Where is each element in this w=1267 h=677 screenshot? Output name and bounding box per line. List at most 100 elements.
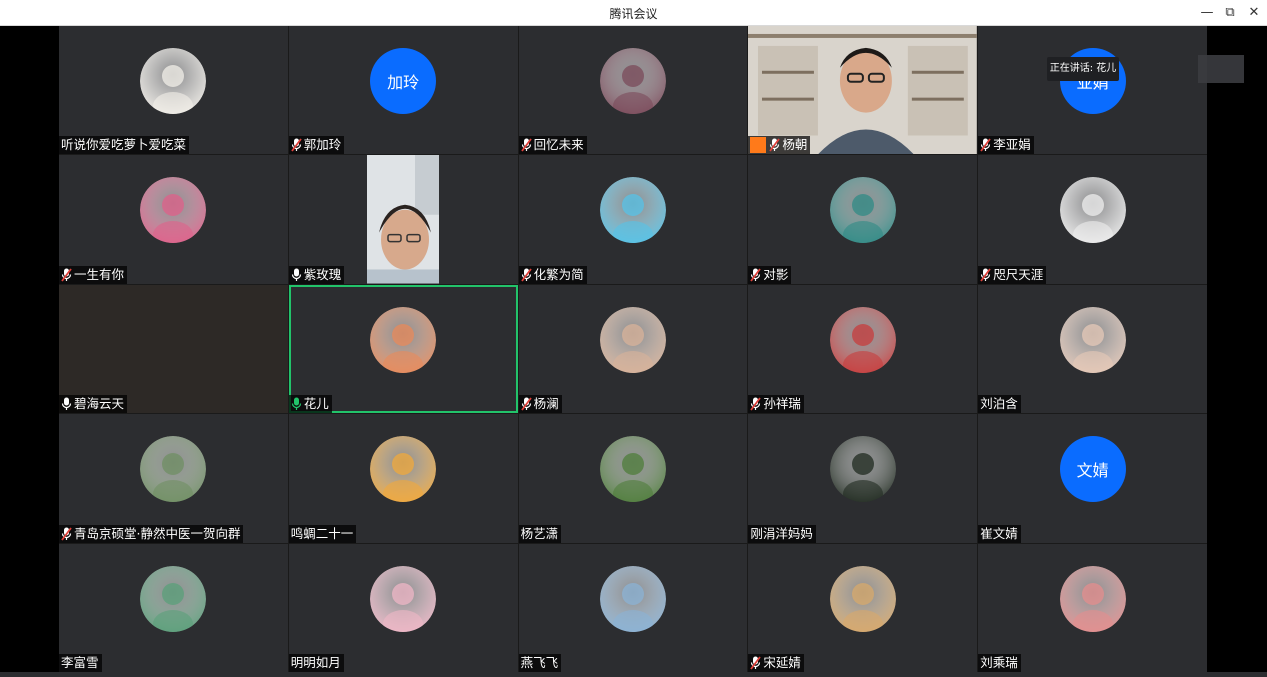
participant-name: 一生有你 (74, 266, 125, 282)
participant-name: 郭加玲 (303, 137, 342, 153)
participant-tile[interactable]: 回忆未来 (518, 26, 748, 155)
anime-girl-avatar (1059, 306, 1126, 373)
participant-name-tag: 李富雪 (59, 653, 102, 672)
participant-name: 青岛京硕堂·静然中医一贺向群 (74, 525, 241, 541)
participant-name-tag: 杨澜 (518, 395, 562, 414)
participant-tile[interactable]: 刘泊含 (978, 284, 1207, 414)
participant-tile[interactable]: 刘乘瑞 (978, 543, 1207, 672)
participant-name: 碧海云天 (74, 396, 125, 412)
bottom-edge (0, 672, 1267, 677)
participant-name-tag: 杨朝 (748, 136, 811, 155)
sunset-flower-avatar (370, 306, 437, 373)
participant-tile[interactable]: 对影 (748, 155, 978, 284)
participant-tile[interactable]: 刚涓洋妈妈 (748, 414, 978, 543)
participant-name: 孙祥瑞 (763, 396, 801, 412)
cartoon-boy-avatar (370, 436, 437, 503)
garden-path-avatar (599, 436, 666, 503)
woman-portrait-avatar (140, 565, 207, 632)
participant-name: 崔文婧 (980, 525, 1018, 541)
night-lake-avatar (829, 436, 896, 503)
participant-tile[interactable]: 青岛京硕堂·静然中医一贺向群 (59, 414, 288, 543)
participant-name: 回忆未来 (533, 137, 584, 153)
cat-umbrella-avatar (829, 177, 896, 244)
mic-muted-icon (980, 138, 991, 152)
portrait-avatar (599, 306, 666, 373)
mic-muted-icon (750, 397, 762, 411)
mic-muted-icon (980, 268, 991, 282)
participant-tile[interactable]: 紫玫瑰 (288, 155, 518, 284)
participant-name: 刘乘瑞 (980, 654, 1018, 670)
participant-tile[interactable]: 一生有你 (59, 155, 288, 284)
flower-photo-avatar (599, 48, 666, 114)
watermark-logo (1198, 55, 1244, 83)
mic-muted-icon (750, 268, 762, 282)
participant-tile[interactable]: 杨澜 (518, 284, 748, 414)
participant-name-tag: 咫尺天涯 (978, 265, 1047, 284)
participant-tile[interactable]: 化繁为简 (518, 155, 748, 284)
close-button[interactable]: ✕ (1243, 3, 1265, 23)
window-title: 腾讯会议 (609, 7, 658, 21)
participant-tile[interactable]: 加玲郭加玲 (288, 26, 518, 155)
participant-name-tag: 刘泊含 (978, 395, 1021, 414)
participant-tile[interactable]: 燕飞飞 (518, 543, 748, 672)
participant-name: 听说你爱吃萝卜爱吃菜 (61, 137, 187, 153)
mic-muted-icon (61, 268, 72, 282)
participant-name-tag: 青岛京硕堂·静然中医一贺向群 (59, 524, 244, 543)
lotus-avatar (140, 177, 207, 244)
participant-tile[interactable]: 碧海云天 (59, 284, 288, 414)
participant-name: 对影 (763, 266, 789, 282)
participant-name: 紫玫瑰 (303, 266, 342, 282)
mic-muted-icon (291, 138, 302, 152)
participant-name: 刘泊含 (980, 396, 1018, 412)
mic-muted-icon (520, 268, 532, 282)
restore-button[interactable]: ⧉ (1219, 3, 1241, 23)
participant-name-tag: 花儿 (288, 395, 332, 414)
participant-tile[interactable]: 听说你爱吃萝卜爱吃菜 (59, 26, 288, 155)
participant-tile[interactable]: 鸣蜩二十一 (288, 414, 518, 543)
participant-name: 化繁为简 (533, 266, 584, 282)
participant-tile[interactable]: 李富雪 (59, 543, 288, 672)
participant-name-tag: 李亚娟 (978, 136, 1034, 155)
participant-tile[interactable]: 咫尺天涯 (978, 155, 1207, 284)
host-icon (750, 137, 767, 154)
mic-icon (291, 397, 302, 411)
participant-name: 刚涓洋妈妈 (750, 525, 813, 541)
participant-name: 杨朝 (782, 137, 808, 153)
beach-cartoon-avatar (599, 177, 666, 244)
avatar: 加玲 (370, 48, 437, 114)
participant-tile[interactable]: 亚娟 李亚娟 (978, 26, 1207, 155)
participant-name-tag: 紫玫瑰 (288, 265, 345, 284)
participant-grid: 听说你爱吃萝卜爱吃菜 加玲 郭加玲 回忆未来 杨朝 亚娟 李亚娟 一生有你 紫玫… (59, 26, 1207, 672)
participant-tile[interactable]: 宋延婧 (748, 543, 978, 672)
mic-muted-icon (61, 527, 72, 541)
mic-icon (61, 397, 72, 411)
participant-name: 燕飞飞 (520, 654, 559, 670)
participant-tile[interactable]: 孙祥瑞 (748, 284, 978, 414)
participant-tile[interactable]: 杨艺潇 (518, 414, 748, 543)
participant-name-tag: 郭加玲 (288, 136, 345, 155)
girl-red-avatar (829, 306, 896, 373)
participant-name-tag: 一生有你 (59, 265, 128, 284)
calligraphy-avatar (1059, 177, 1126, 244)
participant-name-tag: 明明如月 (288, 653, 344, 672)
participant-name: 李富雪 (61, 654, 99, 670)
participant-name-tag: 回忆未来 (518, 136, 587, 155)
participant-name: 咫尺天涯 (993, 266, 1044, 282)
minimize-button[interactable]: — (1196, 3, 1218, 23)
anime-pink-avatar (370, 565, 437, 632)
avatar: 文婧 (1059, 436, 1126, 503)
participant-name-tag: 鸣蜩二十一 (288, 524, 357, 543)
red-girl-avatar (1059, 565, 1126, 632)
participant-name-tag: 听说你爱吃萝卜爱吃菜 (59, 136, 190, 155)
mic-muted-icon (520, 138, 532, 152)
participant-tile[interactable]: 文婧崔文婧 (978, 414, 1207, 543)
participant-name-tag: 宋延婧 (748, 653, 804, 672)
participant-name: 鸣蜩二十一 (290, 525, 354, 541)
participant-name-tag: 化繁为简 (518, 265, 587, 284)
participant-tile[interactable]: 花儿 (288, 284, 518, 414)
participant-name-tag: 碧海云天 (59, 395, 128, 414)
participant-tile[interactable]: 明明如月 (288, 543, 518, 672)
participant-name: 明明如月 (290, 654, 341, 670)
participant-name-tag: 燕飞飞 (518, 653, 562, 672)
participant-tile[interactable]: 杨朝 (748, 26, 978, 155)
